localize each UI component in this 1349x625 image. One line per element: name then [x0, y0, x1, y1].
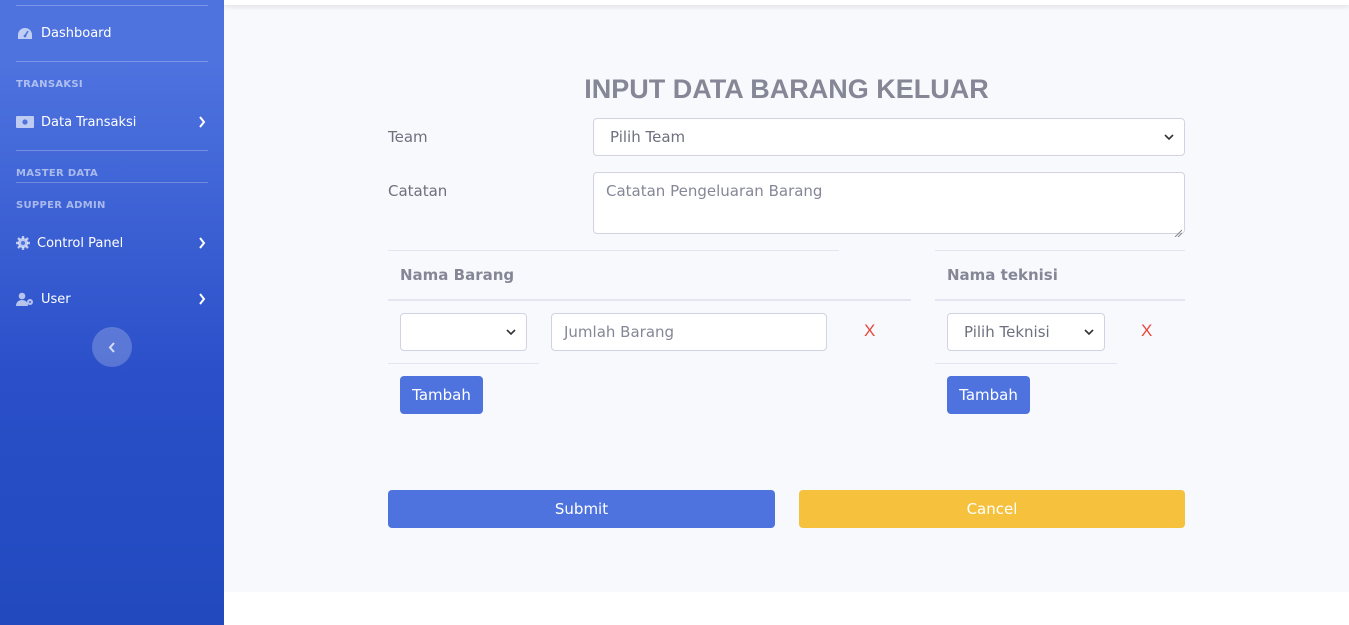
- team-select-value: Pilih Team: [610, 128, 686, 146]
- catatan-label: Catatan: [388, 182, 448, 200]
- sidebar-item-label: Control Panel: [37, 235, 124, 251]
- cancel-button[interactable]: Cancel: [799, 490, 1185, 528]
- sidebar-heading-transaksi: TRANSAKSI: [16, 79, 83, 90]
- sidebar-toggle-button[interactable]: [92, 327, 132, 367]
- table-border: [935, 363, 1117, 364]
- sidebar-divider: [16, 61, 208, 62]
- chevron-right-icon: [196, 116, 208, 128]
- table-border: [935, 299, 1185, 301]
- nama-barang-select[interactable]: [400, 313, 527, 351]
- sidebar-divider: [16, 150, 208, 151]
- chevron-right-icon: [196, 293, 208, 305]
- tambah-barang-button[interactable]: Tambah: [400, 376, 483, 414]
- catatan-placeholder: Catatan Pengeluaran Barang: [606, 182, 823, 200]
- table-border: [935, 250, 1185, 251]
- submit-button[interactable]: Submit: [388, 490, 775, 528]
- page-title: INPUT DATA BARANG KELUAR: [584, 74, 989, 104]
- teknisi-select-value: Pilih Teknisi: [964, 323, 1050, 341]
- sidebar-heading-supper-admin: SUPPER ADMIN: [16, 200, 106, 211]
- chevron-right-icon: [196, 237, 208, 249]
- chevron-left-icon: [108, 338, 116, 357]
- sidebar-item-user[interactable]: User: [16, 287, 208, 311]
- chevron-down-icon: [1164, 133, 1174, 141]
- team-label: Team: [388, 128, 428, 146]
- sidebar: Dashboard TRANSAKSI Data Transaksi MASTE…: [0, 0, 224, 625]
- money-bill-icon: [16, 115, 34, 129]
- team-select[interactable]: Pilih Team: [593, 118, 1185, 156]
- resize-grip-icon[interactable]: [1174, 223, 1183, 238]
- tachometer-icon: [16, 26, 34, 40]
- sidebar-item-data-transaksi[interactable]: Data Transaksi: [16, 110, 208, 134]
- catatan-textarea[interactable]: Catatan Pengeluaran Barang: [593, 172, 1185, 238]
- remove-teknisi-button[interactable]: X: [1141, 321, 1152, 341]
- sidebar-item-dashboard[interactable]: Dashboard: [16, 21, 208, 45]
- sidebar-item-label: Dashboard: [41, 25, 112, 41]
- jumlah-barang-placeholder: Jumlah Barang: [564, 323, 675, 341]
- gear-icon: [16, 236, 30, 250]
- sidebar-item-label: User: [41, 291, 71, 307]
- table-border: [388, 299, 911, 301]
- sidebar-item-label: Data Transaksi: [41, 114, 137, 130]
- sidebar-divider: [16, 5, 208, 6]
- teknisi-select[interactable]: Pilih Teknisi: [947, 313, 1105, 351]
- tambah-teknisi-button[interactable]: Tambah: [947, 376, 1030, 414]
- footer: [224, 592, 1349, 625]
- table-border: [388, 363, 539, 364]
- remove-barang-button[interactable]: X: [864, 321, 875, 341]
- jumlah-barang-input[interactable]: Jumlah Barang: [551, 313, 827, 351]
- topbar: [224, 0, 1349, 5]
- sidebar-divider: [16, 182, 208, 183]
- chevron-down-icon: [506, 328, 516, 336]
- sidebar-item-control-panel[interactable]: Control Panel: [16, 231, 208, 255]
- chevron-down-icon: [1084, 328, 1094, 336]
- nama-teknisi-header: Nama teknisi: [947, 266, 1058, 284]
- table-border: [388, 250, 839, 251]
- sidebar-heading-master-data: MASTER DATA: [16, 168, 99, 179]
- nama-barang-header: Nama Barang: [400, 266, 515, 284]
- user-cog-icon: [16, 292, 34, 306]
